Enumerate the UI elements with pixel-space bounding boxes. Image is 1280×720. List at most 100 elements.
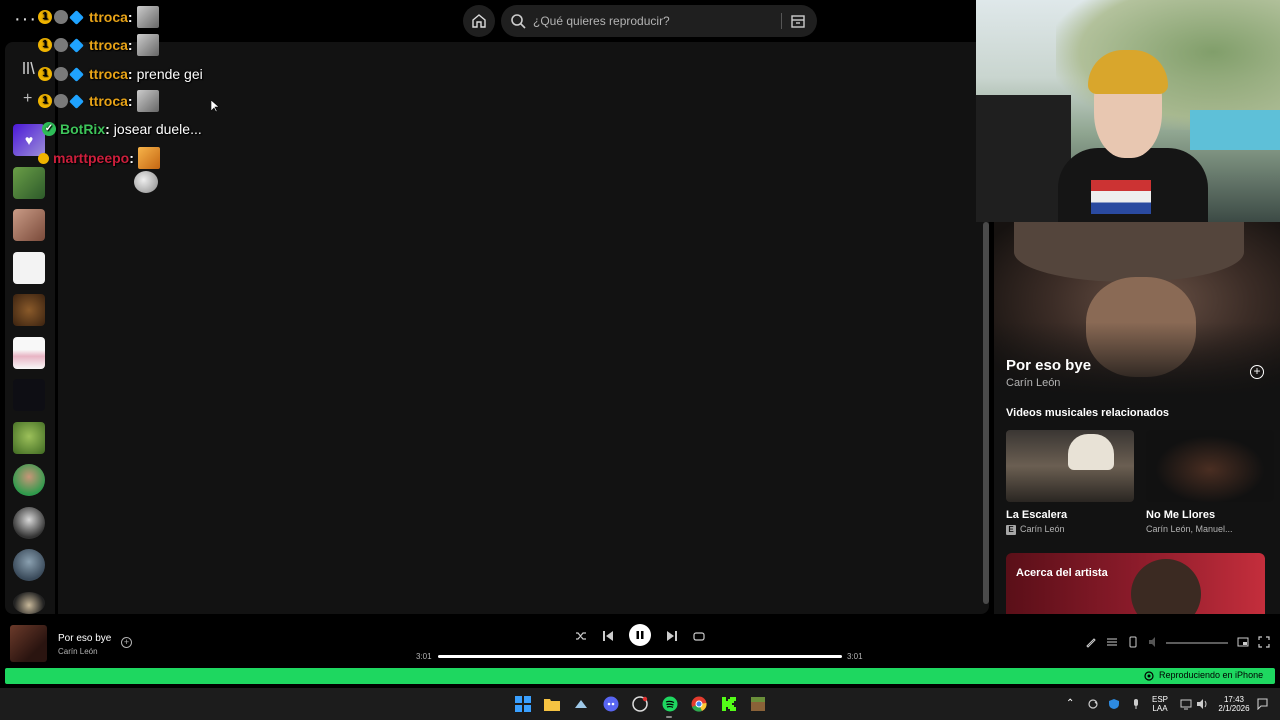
artist-photo [1131,559,1201,614]
library-item[interactable] [13,209,45,241]
repeat-button[interactable] [691,628,707,644]
library-item-artist[interactable] [13,464,45,496]
chat-username: ttroca [89,66,128,82]
defender-icon[interactable] [1108,698,1120,710]
now-playing-view: Por eso bye Carín León + Videos musicale… [994,222,1280,614]
library-item[interactable] [13,252,45,284]
library-icon[interactable] [21,60,37,76]
next-button[interactable] [664,628,680,644]
badge-icon [54,67,68,81]
now-playing-artist[interactable]: Carín León [1006,377,1060,389]
chat-colon: : [127,93,133,109]
chat-username: ttroca [89,37,128,53]
next-icon [667,631,677,641]
library-item-artist[interactable] [13,549,45,581]
player-track-title[interactable]: Por eso bye [58,633,111,644]
volume-slider[interactable] [1166,642,1228,644]
obs-icon[interactable] [631,695,648,712]
webcam-feed [976,0,1280,222]
discord-icon[interactable] [602,695,619,712]
chat-username: BotRix [60,121,106,137]
notification-icon[interactable] [1257,698,1268,710]
video-artist-name[interactable]: Carín León [1020,524,1065,534]
file-explorer-icon[interactable] [543,695,560,712]
streamer-shirt-graphic [1091,180,1151,214]
chat-message: 1 ttroca: prende gei [38,61,203,87]
video-title[interactable]: La Escalera [1006,509,1067,521]
lyrics-icon[interactable] [1085,636,1097,648]
fullscreen-icon[interactable] [1258,636,1270,648]
clock-date: 2/1/2026 [1218,704,1250,713]
miniplayer-icon[interactable] [1237,636,1249,648]
windows-start-icon[interactable] [514,695,531,712]
player-bar: Por eso bye Carín León + 3:01 3:01 [0,614,1280,668]
video-artist[interactable]: Carín León, Manuel... [1146,524,1233,534]
chat-colon: : [129,150,134,166]
add-to-library-icon[interactable]: + [1250,365,1264,379]
player-track-artist[interactable]: Carín León [58,647,98,656]
previous-icon [603,631,613,641]
heart-icon: ♥ [24,132,34,148]
chat-message: 1 ttroca: [38,88,159,114]
main-scrollbar[interactable] [983,222,989,604]
video-title[interactable]: No Me Llores [1146,509,1215,521]
badge-icon [54,38,68,52]
keyboard-layout-code: LAA [1152,704,1168,713]
tray-overflow-icon[interactable]: ⌃ [1066,698,1074,709]
library-item-artist[interactable] [13,507,45,539]
keyboard-language[interactable]: ESP LAA [1152,695,1168,713]
kick-icon[interactable] [720,695,737,712]
minecraft-icon[interactable] [749,695,766,712]
microphone-icon[interactable] [1130,698,1142,710]
explicit-badge: E [1006,525,1016,535]
badge-icon [54,10,68,24]
add-to-library-icon[interactable]: + [121,637,132,648]
mouse-cursor-icon [211,100,219,113]
video-thumbnail[interactable] [1146,430,1274,502]
chat-message: ✓ BotRix: josear duele... [42,116,202,193]
search-bar[interactable] [501,5,817,37]
library-item[interactable] [13,379,45,411]
library-item-artist[interactable] [13,592,45,614]
library-item[interactable] [13,422,45,454]
cube-badge-icon [69,9,84,25]
library-item[interactable] [13,167,45,199]
now-playing-cover[interactable] [10,625,47,662]
subscriber-badge-icon: 1 [38,94,52,108]
video-thumbnail[interactable] [1006,430,1134,502]
sync-icon[interactable] [1087,698,1099,710]
shuffle-button[interactable] [573,628,589,644]
about-artist-card[interactable]: Acerca del artista [1006,553,1265,614]
home-button[interactable] [463,5,495,37]
volume-icon[interactable] [1148,636,1160,648]
previous-button[interactable] [600,628,616,644]
connect-device-icon[interactable] [1127,636,1139,648]
now-playing-title[interactable]: Por eso bye [1006,357,1091,374]
cube-badge-icon [69,66,84,82]
spotify-icon[interactable] [661,695,678,712]
device-playing-bar[interactable]: Reproduciendo en iPhone [5,668,1275,684]
browse-icon[interactable] [789,12,807,35]
clock[interactable]: 17:43 2/1/2026 [1216,695,1252,713]
library-item[interactable] [13,294,45,326]
library-item[interactable] [13,337,45,369]
pause-button[interactable] [629,624,651,646]
cube-badge-icon [69,37,84,53]
keyboard-language-code: ESP [1152,695,1169,704]
playback-progress-bar[interactable] [438,655,842,658]
canvas-hat [1014,222,1244,282]
total-time: 3:01 [847,652,863,661]
queue-icon[interactable] [1106,636,1118,648]
create-playlist-icon[interactable]: + [23,90,32,108]
steam-icon[interactable] [572,695,589,712]
search-icon [509,12,527,30]
chrome-icon[interactable] [690,695,707,712]
windows-taskbar: ⌃ ESP LAA 17:43 2/1/2026 [0,688,1280,720]
more-options-icon[interactable]: ··· [14,8,37,31]
clock-time: 17:43 [1223,695,1245,704]
speaker-volume-icon[interactable] [1196,698,1208,710]
chat-message: 1 ttroca: [38,32,159,58]
search-input[interactable] [533,14,773,28]
chat-username: ttroca [89,9,128,25]
network-icon[interactable] [1180,698,1192,710]
